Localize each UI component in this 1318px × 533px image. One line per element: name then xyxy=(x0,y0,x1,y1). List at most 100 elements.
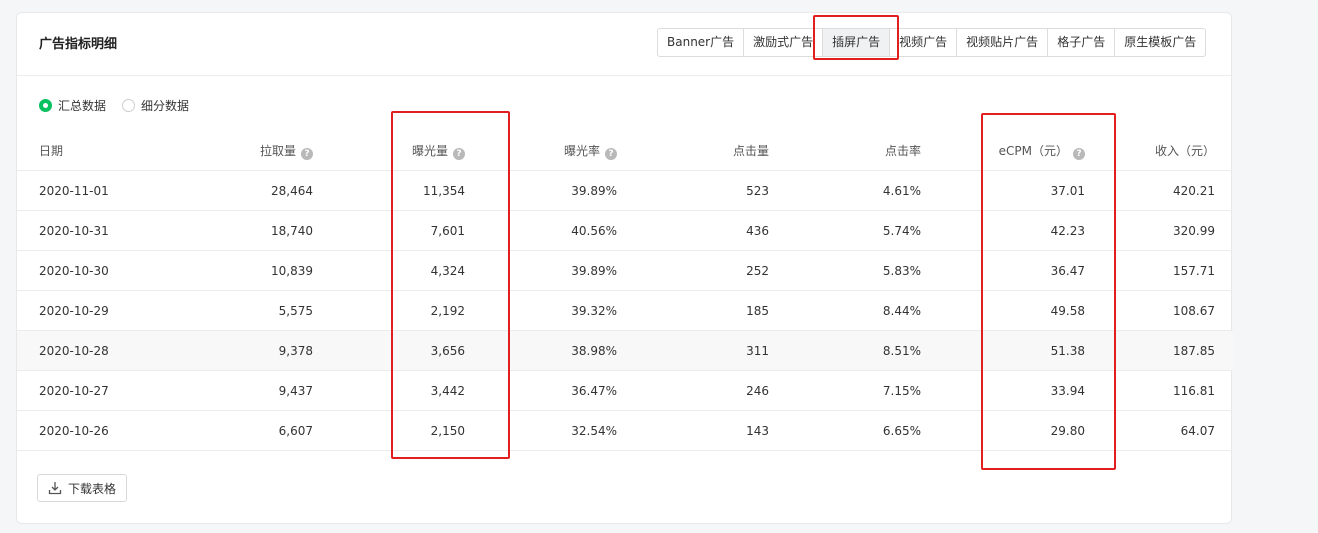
table-cell: 33.94 xyxy=(921,370,1085,411)
column-header-label: 日期 xyxy=(39,144,64,158)
tab-0[interactable]: Banner广告 xyxy=(658,29,745,56)
table-cell: 8.51% xyxy=(769,330,921,371)
table-cell: 29.80 xyxy=(921,410,1085,451)
table-row: 2020-10-31 18,740 7,601 40.56% 436 5.74% 42.23… xyxy=(17,210,1233,251)
card-title: 广告指标明细 xyxy=(39,37,118,52)
tab-1[interactable]: 激励式广告 xyxy=(744,29,824,56)
table-cell: 9,378 xyxy=(137,330,313,371)
radio-circle-icon[interactable] xyxy=(39,99,52,112)
column-header-3: 曝光率? xyxy=(465,131,617,171)
table-cell: 2,192 xyxy=(313,290,465,331)
tab-4[interactable]: 视频贴片广告 xyxy=(957,29,1049,56)
table-cell: 7.15% xyxy=(769,370,921,411)
table-cell: 9,437 xyxy=(137,370,313,411)
table-cell: 108.67 xyxy=(1085,290,1233,331)
table-cell: 116.81 xyxy=(1085,370,1233,411)
tab-6[interactable]: 原生模板广告 xyxy=(1115,29,1205,56)
radio-circle-icon[interactable] xyxy=(122,99,136,112)
table-cell: 36.47% xyxy=(465,370,617,411)
table-cell: 2020-10-29 xyxy=(17,290,137,331)
question-circle-icon[interactable]: ? xyxy=(1073,147,1085,160)
table-cell: 11,354 xyxy=(313,170,465,211)
radio-label: 汇总数据 xyxy=(58,99,107,113)
column-header-5: 点击率 xyxy=(769,131,921,171)
table-cell: 39.32% xyxy=(465,290,617,331)
table-cell: 2020-10-30 xyxy=(17,250,137,291)
table-cell: 39.89% xyxy=(465,170,617,211)
table-cell: 143 xyxy=(617,410,769,451)
metrics-table: 日期 拉取量? 曝光量? 曝光率? 点击量 点击率 eCPM（元）? 收入（元） 2020-1… xyxy=(17,131,1233,451)
table-header-row: 日期 拉取量? 曝光量? 曝光率? 点击量 点击率 eCPM（元）? 收入（元） xyxy=(17,131,1233,171)
table-cell: 320.99 xyxy=(1085,210,1233,251)
column-header-2: 曝光量? xyxy=(313,131,465,171)
column-header-1: 拉取量? xyxy=(137,131,313,171)
table-cell: 523 xyxy=(617,170,769,211)
table-cell: 246 xyxy=(617,370,769,411)
table-cell: 37.01 xyxy=(921,170,1085,211)
table-cell: 4,324 xyxy=(313,250,465,291)
column-header-0: 日期 xyxy=(17,131,137,171)
column-header-4: 点击量 xyxy=(617,131,769,171)
radio-0[interactable]: 汇总数据 xyxy=(39,97,106,114)
table-cell: 420.21 xyxy=(1085,170,1233,211)
table-cell: 157.71 xyxy=(1085,250,1233,291)
table-cell: 36.47 xyxy=(921,250,1085,291)
card-header: 广告指标明细 Banner广告 激励式广告 插屏广告 视频广告 视频贴片广告 格子广告 原生… xyxy=(17,13,1231,76)
table-cell: 311 xyxy=(617,330,769,371)
column-header-label: 曝光率 xyxy=(563,143,600,158)
question-circle-icon[interactable]: ? xyxy=(605,147,617,160)
table-row: 2020-10-29 5,575 2,192 39.32% 185 8.44% 49.58 1… xyxy=(17,290,1233,331)
table-cell: 5,575 xyxy=(137,290,313,331)
table-cell: 3,656 xyxy=(313,330,465,371)
table-cell: 51.38 xyxy=(921,330,1085,371)
column-header-label: eCPM（元） xyxy=(998,143,1068,158)
table-row: 2020-10-26 6,607 2,150 32.54% 143 6.65% 29.80 6… xyxy=(17,410,1233,451)
table-cell: 2020-11-01 xyxy=(17,170,137,211)
question-circle-icon[interactable]: ? xyxy=(301,147,313,160)
table-cell: 5.83% xyxy=(769,250,921,291)
table-cell: 2020-10-31 xyxy=(17,210,137,251)
table-cell: 18,740 xyxy=(137,210,313,251)
table-row: 2020-10-30 10,839 4,324 39.89% 252 5.83% 36.47… xyxy=(17,250,1233,291)
table-cell: 28,464 xyxy=(137,170,313,211)
column-header-6: eCPM（元）? xyxy=(921,131,1085,171)
table-cell: 436 xyxy=(617,210,769,251)
table-cell: 5.74% xyxy=(769,210,921,251)
download-table-button[interactable]: 下载表格 xyxy=(37,474,128,502)
table-cell: 8.44% xyxy=(769,290,921,331)
table-cell: 2020-10-26 xyxy=(17,410,137,451)
table-row: 2020-10-27 9,437 3,442 36.47% 246 7.15% 33.94 1… xyxy=(17,370,1233,411)
table-cell: 6,607 xyxy=(137,410,313,451)
data-mode-radio-group: 汇总数据 细分数据 xyxy=(39,97,205,114)
table-cell: 187.85 xyxy=(1085,330,1233,371)
column-header-7: 收入（元） xyxy=(1085,131,1233,171)
ad-type-tabs: Banner广告 激励式广告 插屏广告 视频广告 视频贴片广告 格子广告 原生模板广告 xyxy=(657,28,1207,57)
table-cell: 6.65% xyxy=(769,410,921,451)
column-header-label: 拉取量 xyxy=(259,143,296,158)
question-circle-icon[interactable]: ? xyxy=(453,147,465,160)
tab-3[interactable]: 视频广告 xyxy=(890,29,958,56)
table-cell: 40.56% xyxy=(465,210,617,251)
table-cell: 49.58 xyxy=(921,290,1085,331)
table-cell: 64.07 xyxy=(1085,410,1233,451)
table-cell: 39.89% xyxy=(465,250,617,291)
table-cell: 4.61% xyxy=(769,170,921,211)
table-cell: 2,150 xyxy=(313,410,465,451)
column-header-label: 收入（元） xyxy=(1154,144,1215,158)
radio-1[interactable]: 细分数据 xyxy=(122,97,189,114)
tab-2[interactable]: 插屏广告 xyxy=(823,29,891,56)
column-header-label: 点击量 xyxy=(732,144,769,158)
table-cell: 38.98% xyxy=(465,330,617,371)
table-cell: 7,601 xyxy=(313,210,465,251)
table-cell: 185 xyxy=(617,290,769,331)
table-row: 2020-11-01 28,464 11,354 39.89% 523 4.61% 37.0… xyxy=(17,170,1233,211)
table-body: 2020-11-01 28,464 11,354 39.89% 523 4.61% 37.0… xyxy=(17,170,1233,451)
table-cell: 2020-10-27 xyxy=(17,370,137,411)
column-header-label: 点击率 xyxy=(884,144,921,158)
table-row: 2020-10-28 9,378 3,656 38.98% 311 8.51% 51.38 1… xyxy=(17,330,1233,371)
column-header-label: 曝光量 xyxy=(411,143,448,158)
table-cell: 10,839 xyxy=(137,250,313,291)
table-cell: 32.54% xyxy=(465,410,617,451)
tab-5[interactable]: 格子广告 xyxy=(1048,29,1116,56)
radio-label: 细分数据 xyxy=(141,99,190,113)
